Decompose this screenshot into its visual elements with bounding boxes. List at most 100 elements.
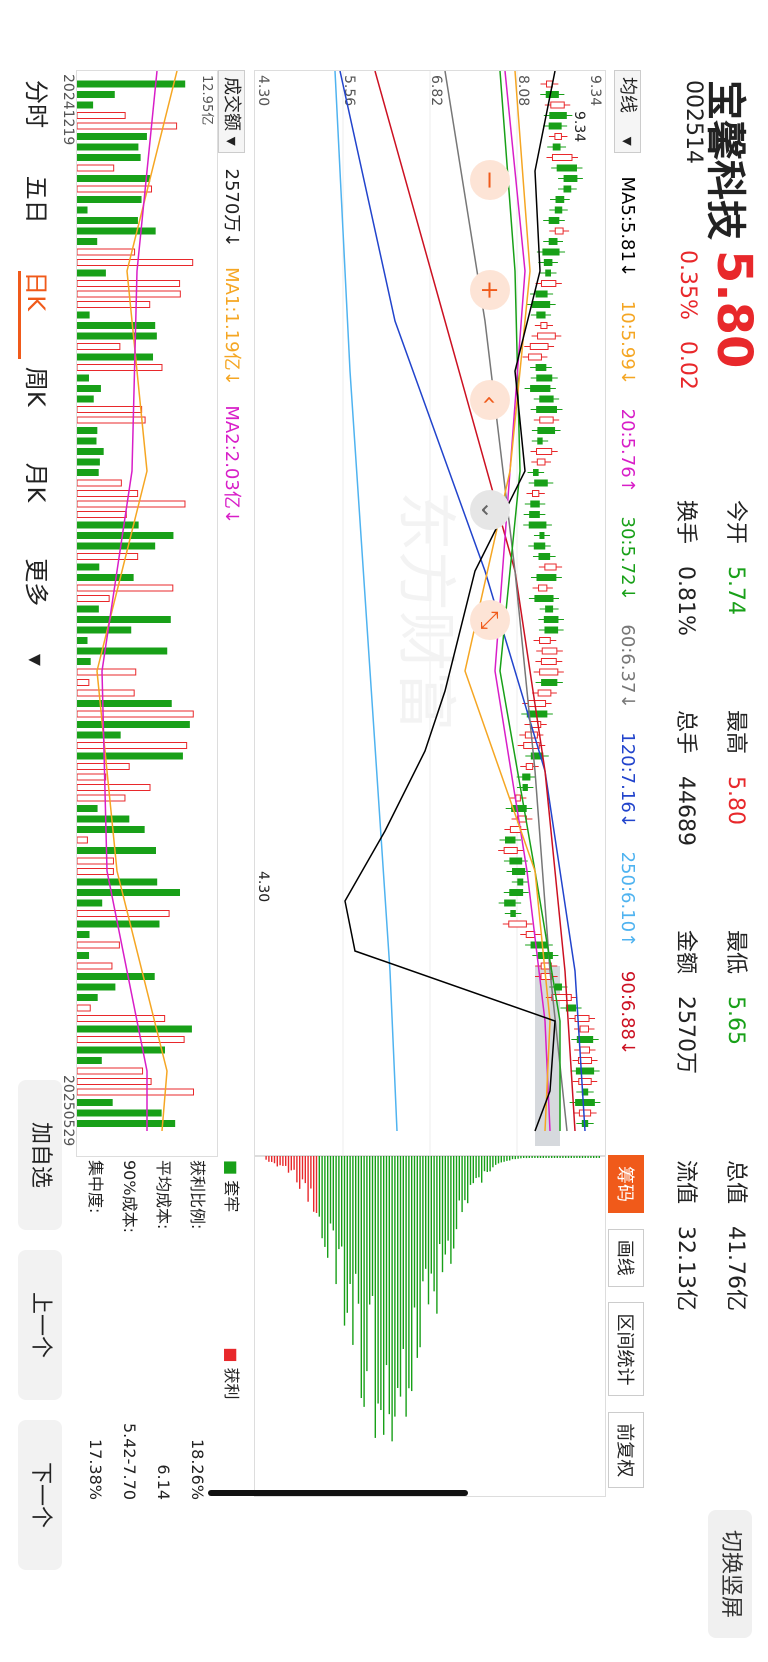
tab-chips[interactable]: 筹码 — [608, 1155, 644, 1213]
candle-body — [537, 952, 553, 959]
chip-bar — [368, 1156, 371, 1305]
candle-body — [554, 206, 563, 214]
volume-select[interactable]: 成交额 ▾ — [218, 70, 245, 153]
chip-bar — [338, 1156, 340, 1250]
volume-bar — [76, 101, 94, 109]
tab-draw[interactable]: 画线 — [608, 1228, 644, 1287]
pan-left-button[interactable]: ‹ — [470, 380, 510, 420]
annotation-high: 9.34 — [571, 111, 587, 142]
chip-bar — [391, 1156, 393, 1442]
candle-body — [538, 584, 548, 592]
chip-bar — [528, 1156, 530, 1158]
candle-body — [540, 658, 557, 665]
chip-bar — [357, 1156, 360, 1304]
tab-daily-k[interactable]: 日K — [18, 271, 56, 360]
volume-bar — [76, 1046, 165, 1054]
volume-bar — [76, 857, 114, 865]
shrink-icon[interactable]: ⤡ — [470, 600, 510, 640]
chip-bar — [307, 1156, 309, 1202]
zoom-in-button[interactable]: + — [470, 270, 510, 310]
candle-body — [543, 616, 559, 623]
tab-adjust[interactable]: 前复权 — [608, 1412, 644, 1489]
volume-bar — [76, 385, 101, 392]
candle-body — [530, 941, 548, 949]
add-watchlist-button[interactable]: 加自选 — [18, 1080, 62, 1230]
chip-bar — [452, 1156, 455, 1249]
volume-bar — [76, 878, 158, 886]
chip-bar — [422, 1156, 424, 1282]
volume-bar — [76, 1057, 102, 1064]
ma-select[interactable]: 均线 ▾ — [614, 70, 641, 153]
chip-bar — [581, 1156, 584, 1158]
tab-weekly-k[interactable]: 周K — [21, 367, 56, 455]
chip-bar — [483, 1156, 486, 1172]
chip-bar — [374, 1156, 376, 1438]
next-button[interactable]: 下一个 — [18, 1420, 62, 1570]
candle-body — [537, 437, 543, 445]
candle-body — [536, 448, 553, 455]
volume-bar — [76, 595, 110, 602]
candle-body — [528, 521, 547, 529]
chip-bar — [298, 1156, 301, 1189]
candle-body — [543, 259, 553, 266]
volume-bar — [76, 805, 98, 812]
chip-bar — [450, 1156, 452, 1264]
volume-bar — [76, 962, 113, 970]
chip-bar — [525, 1156, 528, 1159]
tab-intraday[interactable]: 分时 — [21, 80, 56, 168]
volume-bar — [76, 1109, 162, 1117]
volume-bar — [76, 248, 136, 256]
chip-bar — [489, 1156, 491, 1172]
chip-bar — [584, 1156, 586, 1158]
chip-bar — [598, 1156, 600, 1158]
chip-bar — [276, 1156, 278, 1167]
candle-body — [556, 164, 577, 172]
previous-button[interactable]: 上一个 — [18, 1250, 62, 1400]
volume-bar — [76, 826, 145, 833]
volume-bar — [76, 616, 171, 623]
volume-bar — [76, 448, 104, 455]
chip-bar — [458, 1156, 460, 1201]
chip-bar — [497, 1156, 500, 1164]
chip-bar — [315, 1156, 318, 1213]
chip-info-panel: ■ 套牢 ■ 获利 获利比例: 18.26% 平均成本: 6.14 90%成本: 5.… — [78, 1160, 248, 1500]
chip-bar — [486, 1156, 488, 1172]
chip-bar — [366, 1156, 368, 1372]
chip-bar — [433, 1156, 435, 1292]
volume-bar — [76, 437, 97, 445]
chip-bar — [556, 1156, 558, 1158]
chip-bars — [265, 1156, 600, 1442]
profit-ratio-row: 获利比例: 18.26% — [188, 1160, 207, 1500]
date-start: 20241219 — [60, 74, 76, 146]
stat-float-cap: 流值32.13亿 — [673, 1160, 698, 1311]
chip-bar — [360, 1156, 362, 1399]
chip-bar — [472, 1156, 474, 1184]
candle-body — [544, 626, 559, 634]
zoom-out-button[interactable]: − — [470, 160, 510, 200]
volume-header: 成交额 ▾ 2570万↓ MA1:1.19亿↓ MA2:2.03亿↓ — [216, 70, 246, 1155]
volume-bar — [76, 952, 90, 959]
chip-bar — [385, 1156, 388, 1366]
tab-range-stats[interactable]: 区间统计 — [608, 1302, 644, 1397]
chip-bar — [447, 1156, 449, 1241]
volume-bar — [76, 374, 89, 382]
kline-chart[interactable]: 东方财富 9.34 8.08 6.82 5.56 4.30 9.34 4.30 — [254, 70, 606, 1157]
volume-bar — [76, 647, 168, 655]
tab-monthly-k[interactable]: 月K — [21, 463, 56, 551]
candle-body — [539, 532, 545, 539]
stat-turnover: 换手0.81% — [673, 500, 698, 636]
switch-portrait-button[interactable]: 切换竖屏 — [708, 1510, 752, 1638]
tab-more[interactable]: 更多 ▾ — [21, 558, 56, 666]
chip-bar — [441, 1156, 444, 1273]
chip-bar — [509, 1156, 511, 1161]
volume-bar — [76, 301, 151, 308]
chip-bar — [542, 1156, 544, 1158]
tab-five-day[interactable]: 五日 — [21, 176, 56, 264]
price-axis-bottom: 4.30 — [255, 75, 271, 106]
volume-chart: 12.95亿 — [76, 70, 218, 1157]
chevron-down-icon[interactable]: ⌄ — [470, 490, 510, 530]
chip-bar — [371, 1156, 374, 1296]
chip-bar — [444, 1156, 446, 1255]
chip-bar — [346, 1156, 348, 1313]
candle-body — [510, 910, 516, 917]
